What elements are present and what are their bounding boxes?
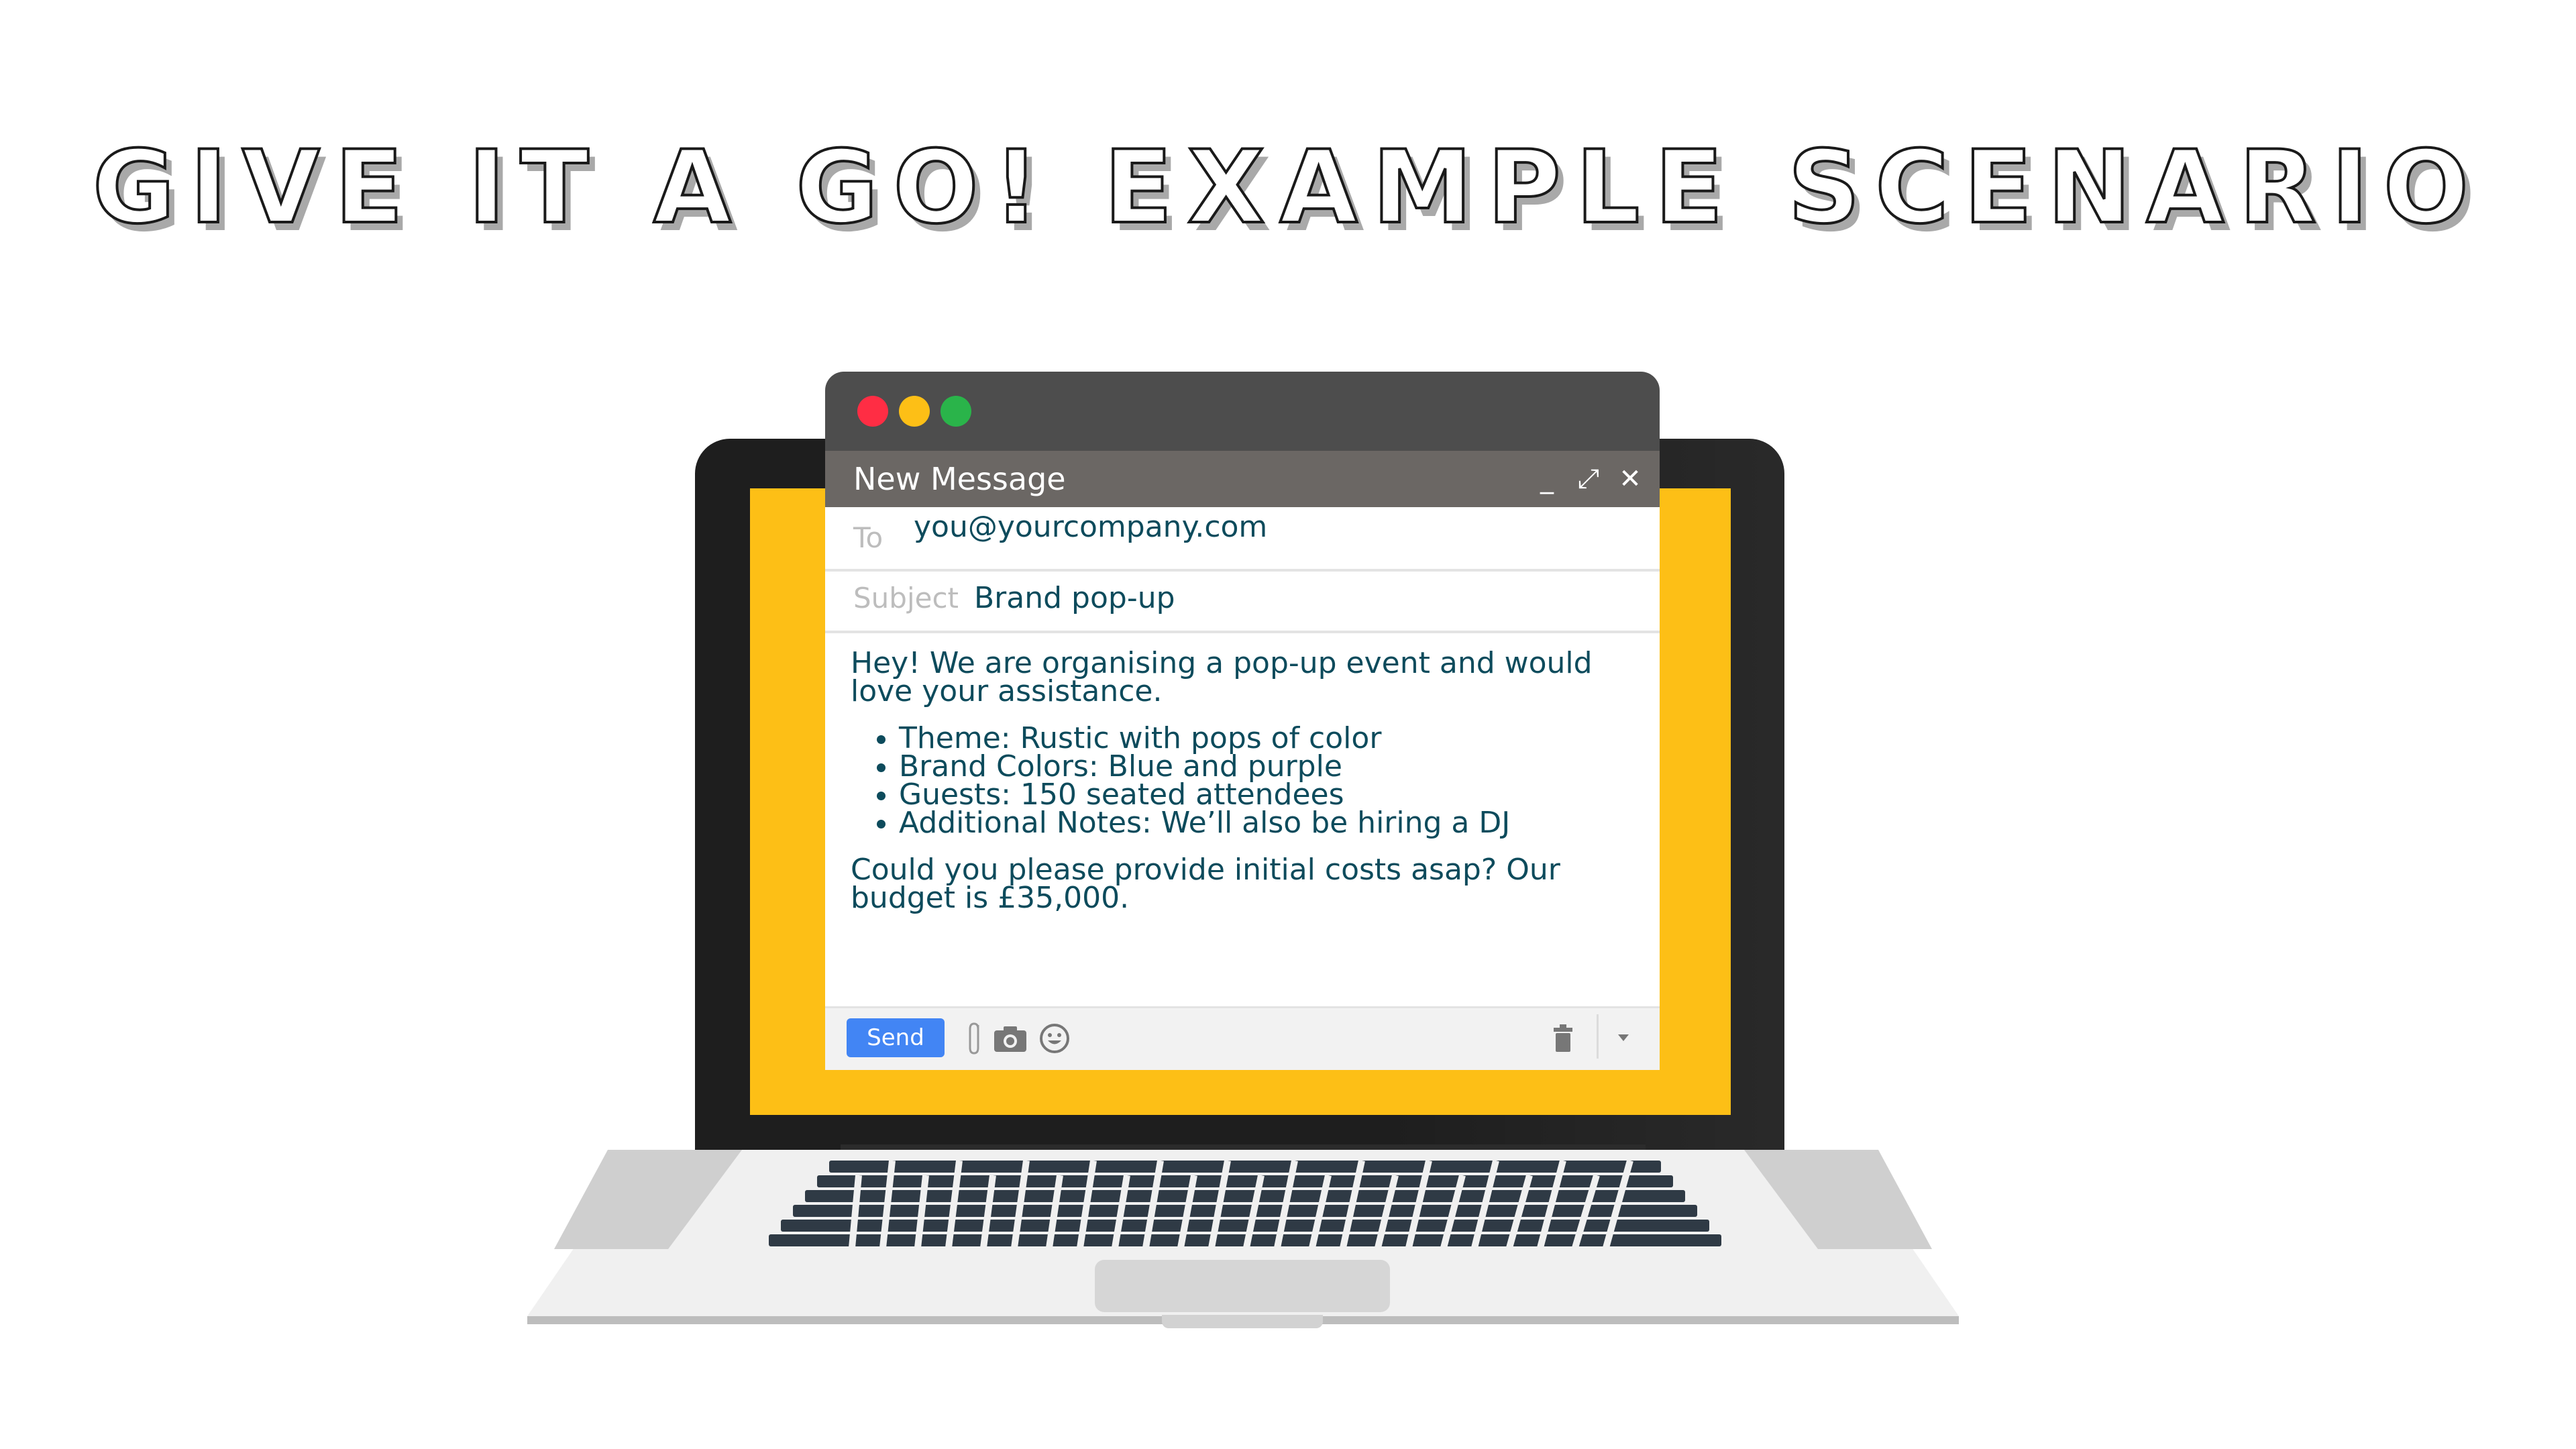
minimize-icon[interactable]: _ <box>1532 460 1562 498</box>
compose-toolbar <box>825 1006 1660 1070</box>
emoji-icon[interactable] <box>1037 1021 1072 1056</box>
subject-label: Subject <box>853 582 959 614</box>
to-label: To <box>853 521 883 554</box>
to-field[interactable]: you@yourcompany.com <box>914 508 1267 546</box>
window-minimize-dot[interactable] <box>899 396 930 427</box>
laptop-foot <box>1162 1315 1323 1328</box>
list-item: Additional Notes: We’ll also be hiring a… <box>899 808 1629 838</box>
window-close-dot[interactable] <box>857 396 888 427</box>
message-bullet-list: Theme: Rustic with pops of color Brand C… <box>851 724 1629 838</box>
expand-icon[interactable]: ⤢ <box>1574 460 1603 498</box>
message-body[interactable]: Hey! We are organising a pop-up event an… <box>851 646 1629 915</box>
compose-title: New Message <box>853 461 1066 497</box>
camera-icon[interactable] <box>991 1022 1029 1055</box>
window-zoom-dot[interactable] <box>941 396 971 427</box>
toolbar-divider <box>1597 1014 1599 1059</box>
send-button[interactable]: Send <box>847 1018 945 1057</box>
list-item: Brand Colors: Blue and purple <box>899 752 1629 782</box>
to-divider <box>825 569 1660 572</box>
list-item: Theme: Rustic with pops of color <box>899 724 1629 753</box>
list-item: Guests: 150 seated attendees <box>899 780 1629 810</box>
page-title: GIVE IT A GO! EXAMPLE SCENARIO <box>91 129 2484 246</box>
dropdown-arrow-icon[interactable] <box>1615 1029 1631 1045</box>
subject-divider <box>825 631 1660 633</box>
subject-field[interactable]: Brand pop-up <box>974 580 1175 617</box>
paperclip-icon[interactable] <box>963 1020 987 1057</box>
message-intro: Hey! We are organising a pop-up event an… <box>851 646 1593 708</box>
trash-icon[interactable] <box>1550 1022 1576 1056</box>
laptop-trackpad <box>1095 1260 1390 1312</box>
laptop-keyboard <box>769 1161 1721 1249</box>
message-closing: Could you please provide initial costs a… <box>851 853 1560 915</box>
close-icon[interactable]: ✕ <box>1615 460 1645 498</box>
